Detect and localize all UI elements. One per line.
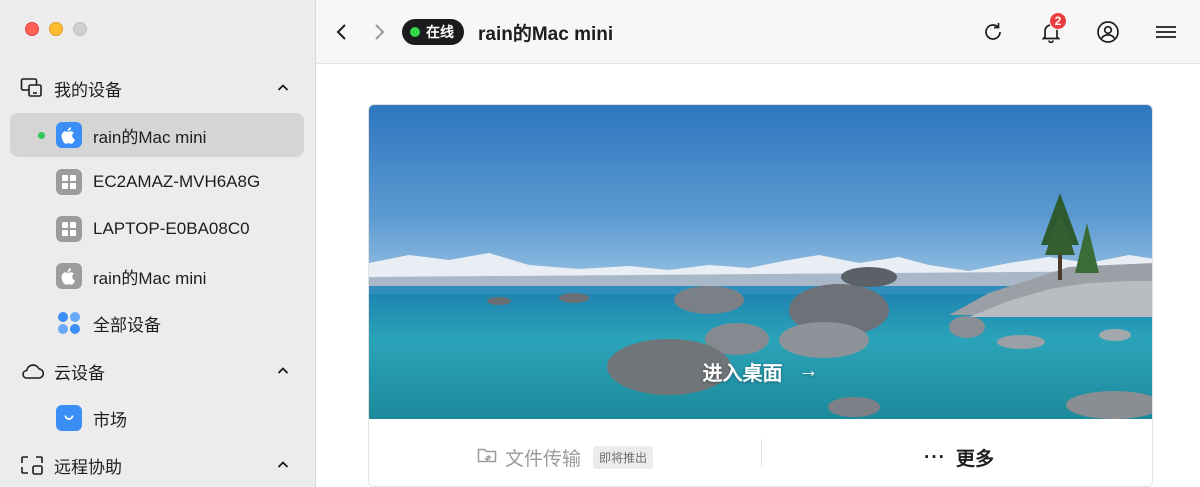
status-text: 在线: [426, 24, 454, 40]
close-window-button[interactable]: [25, 22, 39, 36]
sidebar-item-label: 全部设备: [93, 315, 161, 335]
more-label: 更多: [955, 449, 994, 470]
enter-desktop-label: 进入桌面: [702, 363, 783, 385]
section-label: 远程协助: [54, 457, 122, 477]
shopping-bag-icon: [56, 405, 82, 431]
more-button[interactable]: ··· 更多: [924, 444, 994, 471]
enter-desktop-button[interactable]: 进入桌面 →: [369, 357, 1152, 386]
sidebar-item-laptop[interactable]: LAPTOP-E0BA08C0: [10, 207, 304, 251]
card-actions: 文件传输 即将推出 ··· 更多: [369, 419, 1152, 486]
user-circle-icon: [1097, 21, 1119, 43]
sidebar-item-rain-mac-mini[interactable]: rain的Mac mini: [10, 113, 304, 157]
coming-soon-badge: 即将推出: [593, 446, 654, 469]
sidebar-item-rain-mac-mini-2[interactable]: rain的Mac mini: [10, 254, 304, 298]
devices-icon: [20, 76, 44, 100]
sidebar-item-label: LAPTOP-E0BA08C0: [93, 219, 250, 238]
app-window: 我的设备 rain的Mac mini EC2AMAZ-MVH6A8G LAPTO…: [0, 0, 1200, 487]
notification-count-badge: 2: [1049, 12, 1067, 30]
main-content: 在线 rain的Mac mini 2 进入桌面 → 文件传输 即将推出 ··· …: [316, 0, 1200, 487]
section-remote-assist[interactable]: 远程协助: [20, 450, 298, 480]
back-button[interactable]: [326, 16, 358, 48]
apple-icon: [56, 122, 82, 148]
divider: [761, 439, 762, 467]
section-my-devices[interactable]: 我的设备: [20, 73, 298, 103]
folder-transfer-icon: [477, 446, 497, 470]
zoom-window-button[interactable]: [73, 22, 87, 36]
remote-assist-icon: [20, 453, 44, 477]
sidebar-item-all-devices[interactable]: 全部设备: [10, 301, 304, 345]
chevron-up-icon[interactable]: [276, 363, 290, 383]
online-status-icon: [410, 27, 420, 37]
arrow-right-icon: →: [798, 360, 819, 382]
grid-dots-icon: [56, 310, 82, 336]
minimize-window-button[interactable]: [49, 22, 63, 36]
chevron-up-icon[interactable]: [276, 457, 290, 477]
forward-button[interactable]: [363, 16, 395, 48]
sidebar-item-label: rain的Mac mini: [93, 127, 207, 147]
windows-icon: [56, 169, 82, 195]
window-controls: [25, 22, 87, 36]
page-title: rain的Mac mini: [478, 24, 614, 45]
section-cloud-devices[interactable]: 云设备: [20, 356, 298, 386]
online-indicator: [38, 131, 45, 139]
file-transfer-label: 文件传输: [505, 449, 582, 470]
sidebar-item-label: 市场: [93, 410, 127, 430]
apple-icon: [56, 263, 82, 289]
sidebar-item-label: EC2AMAZ-MVH6A8G: [93, 172, 261, 191]
sidebar: 我的设备 rain的Mac mini EC2AMAZ-MVH6A8G LAPTO…: [0, 0, 316, 487]
hamburger-icon: [1156, 26, 1176, 38]
chevron-up-icon[interactable]: [276, 80, 290, 100]
toolbar: 在线 rain的Mac mini 2: [316, 0, 1200, 64]
windows-icon: [56, 216, 82, 242]
cloud-icon: [20, 359, 44, 383]
account-button[interactable]: [1092, 16, 1124, 48]
menu-button[interactable]: [1150, 16, 1182, 48]
more-dots-icon: ···: [924, 446, 946, 468]
status-badge: 在线: [402, 19, 464, 45]
refresh-button[interactable]: [977, 16, 1009, 48]
sidebar-item-ec2amaz[interactable]: EC2AMAZ-MVH6A8G: [10, 160, 304, 204]
sidebar-item-label: rain的Mac mini: [93, 268, 207, 288]
file-transfer-button[interactable]: 文件传输 即将推出: [477, 444, 654, 471]
device-card: 进入桌面 → 文件传输 即将推出 ··· 更多: [368, 104, 1153, 487]
section-label: 云设备: [54, 363, 105, 383]
notifications-button[interactable]: 2: [1035, 12, 1067, 48]
sidebar-item-market[interactable]: 市场: [10, 396, 304, 440]
section-label: 我的设备: [54, 80, 122, 100]
